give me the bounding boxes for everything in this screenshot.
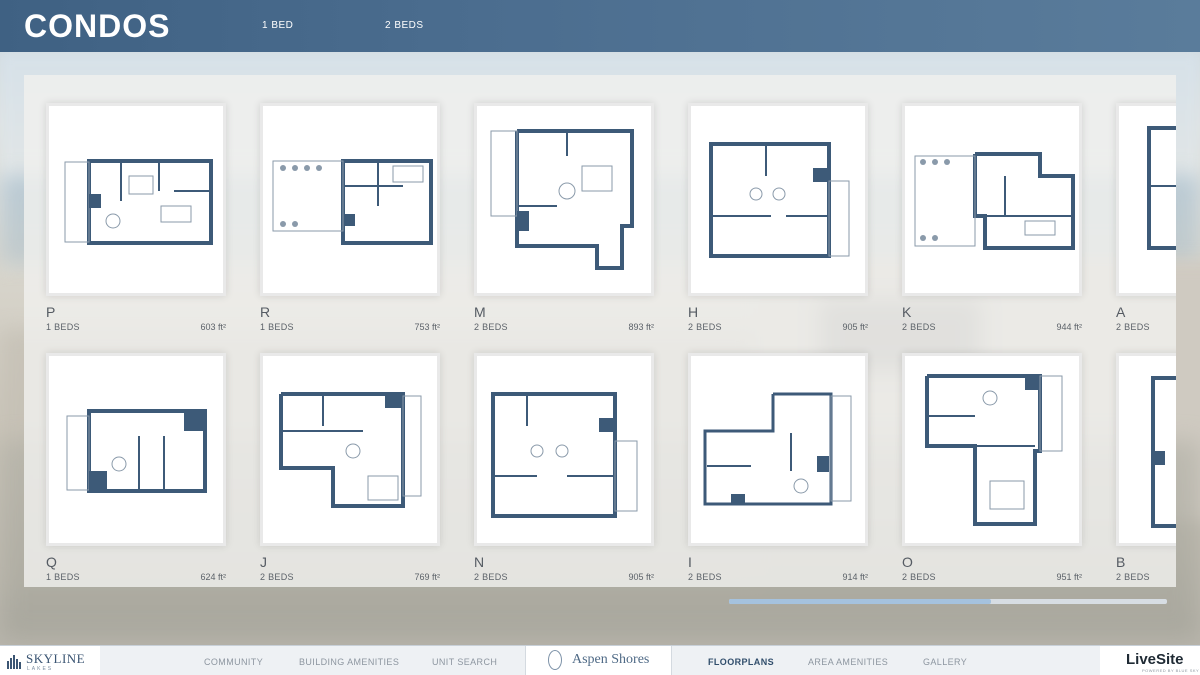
unit-name: J [260, 554, 267, 570]
unit-beds: 2 BEDS [688, 322, 722, 332]
floorplan-card-p[interactable] [46, 103, 226, 296]
unit-area: 753 ft² [414, 322, 440, 332]
floorplan-card-j[interactable] [260, 353, 440, 546]
unit-area: 905 ft² [628, 572, 654, 582]
floorplan-image [703, 392, 852, 506]
floorplan-card-q[interactable] [46, 353, 226, 546]
unit-name: A [1116, 304, 1126, 320]
floorplan-image [925, 374, 1063, 526]
unit-beds: 2 BEDS [688, 572, 722, 582]
unit-name: B [1116, 554, 1126, 570]
unit-area: 905 ft² [842, 322, 868, 332]
unit-beds: 2 BEDS [474, 322, 508, 332]
unit-name: P [46, 304, 56, 320]
unit-name: K [902, 304, 912, 320]
scrollbar-thumb[interactable] [729, 599, 991, 604]
floorplan-card-k[interactable] [902, 103, 1082, 296]
unit-name: O [902, 554, 913, 570]
floorplan-grid[interactable]: P 1 BEDS 603 ft² R 1 BEDS 753 ft² M 2 BE [24, 75, 1176, 587]
aspen-wordmark: Aspen Shores [572, 652, 650, 667]
floorplan-image [914, 152, 1075, 250]
unit-beds: 2 BEDS [474, 572, 508, 582]
unit-name: H [688, 304, 699, 320]
unit-beds: 2 BEDS [260, 572, 294, 582]
floorplan-image [272, 159, 433, 245]
floorplan-card-b[interactable] [1116, 353, 1176, 546]
unit-beds: 1 BEDS [46, 572, 80, 582]
nav-area-amenities[interactable]: AREA AMENITIES [808, 657, 888, 667]
floorplan-card-m[interactable] [474, 103, 654, 296]
aspen-shores-logo[interactable]: Aspen Shores [525, 646, 672, 675]
unit-name: Q [46, 554, 57, 570]
floorplan-card-h[interactable] [688, 103, 868, 296]
floorplan-image [709, 142, 850, 258]
floorplan-card-o[interactable] [902, 353, 1082, 546]
unit-area: 944 ft² [1056, 322, 1082, 332]
floorplan-card-a[interactable] [1116, 103, 1176, 296]
unit-beds: 2 BEDS [902, 572, 936, 582]
unit-name: R [260, 304, 271, 320]
skyline-wordmark: SKYLINE [26, 651, 86, 666]
livesite-logo[interactable]: LiveSite POWERED BY BLUE SKY [1100, 646, 1200, 675]
horizontal-scrollbar[interactable] [729, 599, 1167, 604]
floorplan-card-i[interactable] [688, 353, 868, 546]
nav-building-amenities[interactable]: BUILDING AMENITIES [299, 657, 399, 667]
floorplan-image [279, 392, 422, 508]
floorplan-card-n[interactable] [474, 353, 654, 546]
unit-area: 951 ft² [1056, 572, 1082, 582]
floorplan-image [491, 392, 638, 518]
page-header: CONDOS 1 BED 2 BEDS [0, 0, 1200, 52]
footer-nav: SKYLINE LAKES COMMUNITY BUILDING AMENITI… [0, 645, 1200, 675]
unit-area: 624 ft² [200, 572, 226, 582]
unit-beds: 2 BEDS [902, 322, 936, 332]
floorplan-image [1147, 126, 1176, 250]
floorplan-image [66, 409, 207, 493]
unit-name: I [688, 554, 692, 570]
leaf-icon [548, 650, 562, 670]
unit-name: M [474, 304, 486, 320]
nav-floorplans[interactable]: FLOORPLANS [708, 657, 774, 667]
unit-beds: 2 BEDS [1116, 322, 1150, 332]
unit-beds: 1 BEDS [46, 322, 80, 332]
skyline-logo[interactable]: SKYLINE LAKES [0, 646, 100, 675]
floorplan-image [64, 159, 213, 245]
filter-1-bed[interactable]: 1 BED [262, 20, 293, 31]
nav-gallery[interactable]: GALLERY [923, 657, 967, 667]
city-skyline-icon [7, 655, 21, 669]
unit-area: 893 ft² [628, 322, 654, 332]
filter-2-beds[interactable]: 2 BEDS [385, 20, 424, 31]
unit-name: N [474, 554, 485, 570]
livesite-sub: POWERED BY BLUE SKY [1142, 668, 1200, 673]
nav-community[interactable]: COMMUNITY [204, 657, 263, 667]
unit-area: 603 ft² [200, 322, 226, 332]
livesite-wordmark: LiveSite [1126, 651, 1184, 668]
nav-unit-search[interactable]: UNIT SEARCH [432, 657, 497, 667]
unit-area: 914 ft² [842, 572, 868, 582]
unit-area: 769 ft² [414, 572, 440, 582]
unit-beds: 1 BEDS [260, 322, 294, 332]
unit-beds: 2 BEDS [1116, 572, 1150, 582]
floorplan-image [490, 129, 634, 270]
floorplan-image [1151, 376, 1176, 528]
page-title: CONDOS [24, 8, 171, 44]
skyline-sub: LAKES [27, 666, 54, 672]
floorplan-card-r[interactable] [260, 103, 440, 296]
